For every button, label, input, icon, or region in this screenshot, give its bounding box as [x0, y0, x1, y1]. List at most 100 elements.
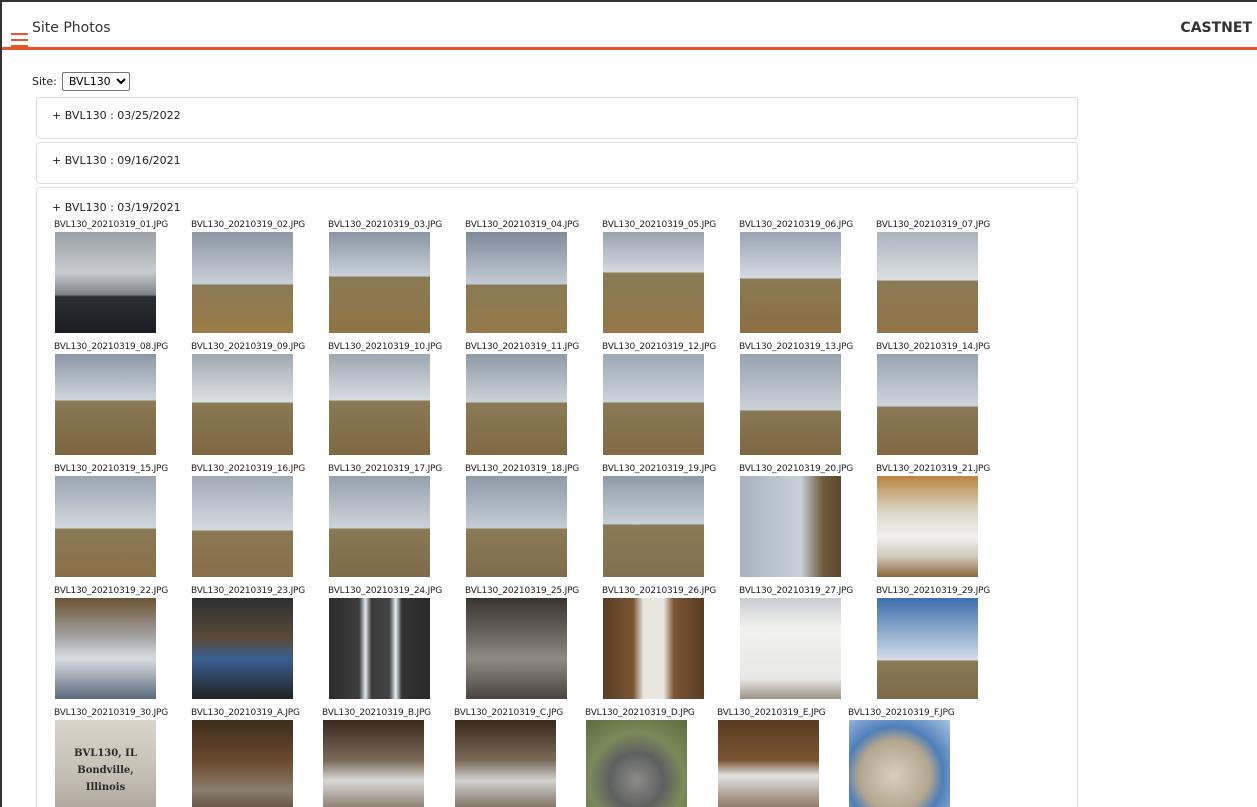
photo-thumbnail[interactable]	[466, 354, 567, 455]
photo-item[interactable]: BVL130_20210319_11.JPG	[465, 342, 605, 455]
photo-filename: BVL130_20210319_14.JPG	[876, 342, 991, 352]
photo-thumbnail[interactable]	[740, 598, 841, 699]
photo-thumbnail[interactable]	[740, 232, 841, 333]
photo-item[interactable]: BVL130_20210319_27.JPG	[739, 586, 879, 699]
photo-item[interactable]: BVL130_20210319_E.JPG	[717, 708, 857, 807]
photo-thumbnail[interactable]	[329, 598, 430, 699]
photo-thumbnail[interactable]	[603, 354, 704, 455]
photo-item[interactable]: BVL130_20210319_C.JPG	[454, 708, 594, 807]
page-title: Site Photos	[32, 20, 111, 36]
photo-item[interactable]: BVL130_20210319_20.JPG	[739, 464, 879, 577]
photo-filename: BVL130_20210319_05.JPG	[602, 220, 717, 230]
photo-item[interactable]: BVL130_20210319_22.JPG	[54, 586, 194, 699]
photo-filename: BVL130_20210319_F.JPG	[848, 708, 955, 718]
photo-thumbnail[interactable]	[586, 720, 687, 807]
photo-item[interactable]: BVL130_20210319_13.JPG	[739, 342, 879, 455]
photo-thumbnail[interactable]	[329, 354, 430, 455]
photo-item[interactable]: BVL130_20210319_12.JPG	[602, 342, 742, 455]
visit-panel-toggle[interactable]: + BVL130 : 03/25/2022	[37, 98, 1077, 122]
visit-panel-toggle[interactable]: + BVL130 : 03/19/2021	[37, 188, 1077, 214]
photo-item[interactable]: BVL130_20210319_17.JPG	[328, 464, 468, 577]
photo-thumbnail[interactable]	[740, 476, 841, 577]
app-header: Site Photos CASTNET	[2, 2, 1257, 50]
photo-item[interactable]: BVL130_20210319_14.JPG	[876, 342, 1016, 455]
photo-thumbnail[interactable]	[603, 598, 704, 699]
photo-filename: BVL130_20210319_08.JPG	[54, 342, 169, 352]
photo-filename: BVL130_20210319_09.JPG	[191, 342, 306, 352]
photo-item[interactable]: BVL130_20210319_A.JPG	[191, 708, 331, 807]
photo-thumbnail[interactable]: BVL130, IL Bondville, Illinois	[55, 720, 156, 807]
hamburger-menu-icon[interactable]	[11, 33, 28, 47]
photo-item[interactable]: BVL130_20210319_21.JPG	[876, 464, 1016, 577]
photo-thumbnail[interactable]	[192, 720, 293, 807]
photo-thumbnail[interactable]	[323, 720, 424, 807]
photo-filename: BVL130_20210319_03.JPG	[328, 220, 443, 230]
photo-filename: BVL130_20210319_15.JPG	[54, 464, 169, 474]
photo-item[interactable]: BVL130_20210319_06.JPG	[739, 220, 879, 333]
photo-thumbnail[interactable]	[192, 232, 293, 333]
photo-filename: BVL130_20210319_16.JPG	[191, 464, 306, 474]
photo-filename: BVL130_20210319_A.JPG	[191, 708, 300, 718]
photo-item[interactable]: BVL130_20210319_05.JPG	[602, 220, 742, 333]
photo-item[interactable]: BVL130_20210319_04.JPG	[465, 220, 605, 333]
photo-filename: BVL130_20210319_E.JPG	[717, 708, 826, 718]
photo-item[interactable]: BVL130_20210319_29.JPG	[876, 586, 1016, 699]
photo-thumbnail[interactable]	[55, 354, 156, 455]
photo-item[interactable]: BVL130_20210319_F.JPG	[848, 708, 988, 807]
site-select[interactable]: BVL130	[61, 72, 130, 91]
photo-item[interactable]: BVL130_20210319_03.JPG	[328, 220, 468, 333]
photo-thumbnail[interactable]	[718, 720, 819, 807]
photo-thumbnail[interactable]	[55, 232, 156, 333]
photo-thumbnail[interactable]	[877, 598, 978, 699]
photo-thumbnail[interactable]	[466, 598, 567, 699]
photo-filename: BVL130_20210319_04.JPG	[465, 220, 580, 230]
photo-filename: BVL130_20210319_26.JPG	[602, 586, 717, 596]
photo-filename: BVL130_20210319_07.JPG	[876, 220, 991, 230]
photo-thumbnail[interactable]	[329, 232, 430, 333]
photo-item[interactable]: BVL130_20210319_26.JPG	[602, 586, 742, 699]
photo-item[interactable]: BVL130_20210319_09.JPG	[191, 342, 331, 455]
brand-label: CASTNET	[1180, 20, 1252, 36]
photo-item[interactable]: BVL130_20210319_08.JPG	[54, 342, 194, 455]
photo-item[interactable]: BVL130_20210319_30.JPG BVL130, IL Bondvill…	[54, 708, 194, 807]
photo-filename: BVL130_20210319_23.JPG	[191, 586, 306, 596]
site-selector-row: Site: BVL130	[32, 72, 130, 91]
photo-thumbnail[interactable]	[877, 232, 978, 333]
photo-thumbnail[interactable]	[849, 720, 950, 807]
photo-thumbnail[interactable]	[877, 476, 978, 577]
photo-filename: BVL130_20210319_18.JPG	[465, 464, 580, 474]
photo-thumbnail[interactable]	[192, 476, 293, 577]
photo-thumbnail[interactable]	[55, 476, 156, 577]
photo-item[interactable]: BVL130_20210319_02.JPG	[191, 220, 331, 333]
photo-thumbnail[interactable]	[603, 232, 704, 333]
photo-item[interactable]: BVL130_20210319_24.JPG	[328, 586, 468, 699]
photo-filename: BVL130_20210319_29.JPG	[876, 586, 991, 596]
photo-thumbnail[interactable]	[55, 598, 156, 699]
photo-filename: BVL130_20210319_11.JPG	[465, 342, 580, 352]
photo-thumbnail[interactable]	[740, 354, 841, 455]
photo-thumbnail[interactable]	[877, 354, 978, 455]
photo-item[interactable]: BVL130_20210319_16.JPG	[191, 464, 331, 577]
photo-item[interactable]: BVL130_20210319_23.JPG	[191, 586, 331, 699]
photo-filename: BVL130_20210319_19.JPG	[602, 464, 717, 474]
photo-item[interactable]: BVL130_20210319_07.JPG	[876, 220, 1016, 333]
photo-thumbnail[interactable]	[192, 354, 293, 455]
sign-text: Bondville,	[77, 765, 134, 776]
photo-item[interactable]: BVL130_20210319_15.JPG	[54, 464, 194, 577]
photo-item[interactable]: BVL130_20210319_01.JPG	[54, 220, 194, 333]
photo-thumbnail[interactable]	[329, 476, 430, 577]
photo-item[interactable]: BVL130_20210319_18.JPG	[465, 464, 605, 577]
photo-item[interactable]: BVL130_20210319_D.JPG	[585, 708, 725, 807]
photo-item[interactable]: BVL130_20210319_25.JPG	[465, 586, 605, 699]
photo-filename: BVL130_20210319_13.JPG	[739, 342, 854, 352]
photo-thumbnail[interactable]	[603, 476, 704, 577]
visit-panel-toggle[interactable]: + BVL130 : 09/16/2021	[37, 143, 1077, 167]
photo-item[interactable]: BVL130_20210319_10.JPG	[328, 342, 468, 455]
photo-item[interactable]: BVL130_20210319_19.JPG	[602, 464, 742, 577]
sign-text: Illinois	[85, 782, 126, 793]
photo-thumbnail[interactable]	[466, 232, 567, 333]
photo-item[interactable]: BVL130_20210319_B.JPG	[322, 708, 462, 807]
photo-thumbnail[interactable]	[192, 598, 293, 699]
photo-thumbnail[interactable]	[455, 720, 556, 807]
photo-thumbnail[interactable]	[466, 476, 567, 577]
